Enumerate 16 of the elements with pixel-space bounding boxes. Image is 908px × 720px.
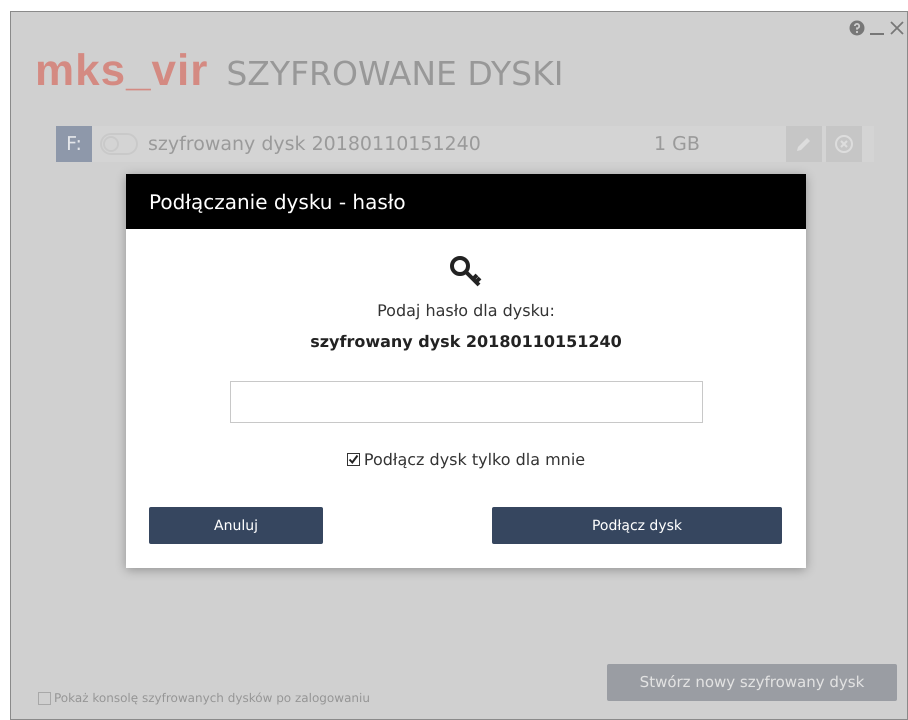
disk-name: szyfrowany dysk 20180110151240 [310,332,622,351]
drive-name: szyfrowany dysk 20180110151240 [148,133,482,155]
drive-letter: F: [56,126,92,162]
connect-button[interactable]: Podłącz dysk [492,507,782,544]
password-prompt: Podaj hasło dla dysku: [377,301,555,320]
key-icon [449,255,483,289]
dialog-title: Podłączanie dysku - hasło [126,174,806,229]
logo: mks_vir [35,46,208,96]
help-icon[interactable] [849,20,865,36]
cancel-button[interactable]: Anuluj [149,507,323,544]
drive-size: 1 GB [654,133,701,155]
app-title: SZYFROWANE DYSKI [226,54,564,93]
checkmark-icon [348,454,359,465]
close-icon[interactable] [889,20,905,36]
only-me-checkbox[interactable]: Podłącz dysk tylko dla mnie [346,450,586,469]
password-field[interactable] [230,381,702,423]
